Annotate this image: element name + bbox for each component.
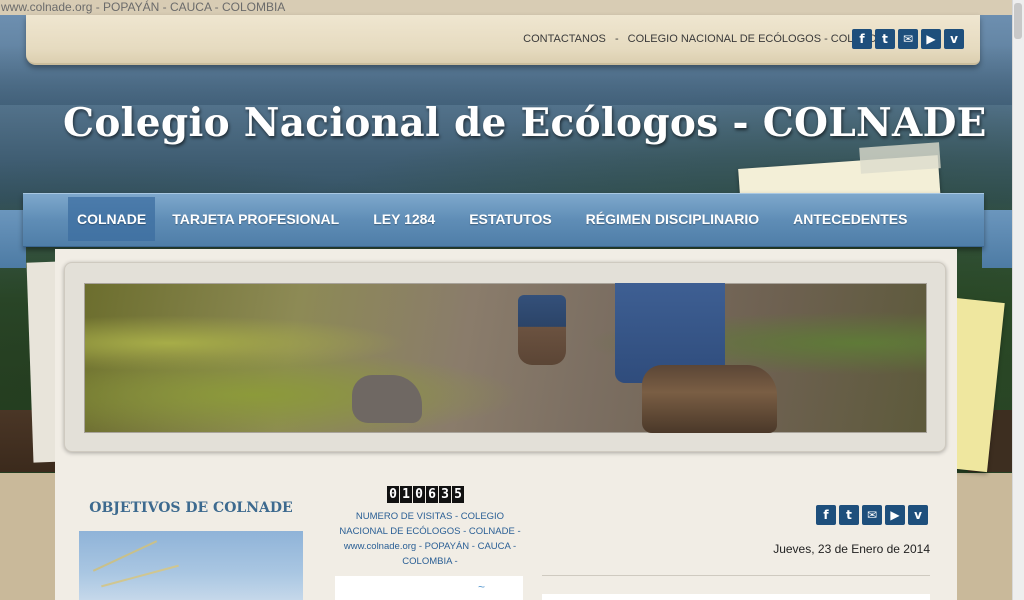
vimeo-icon[interactable]: v xyxy=(944,29,964,49)
nav-item-colnade[interactable]: COLNADE xyxy=(68,197,156,241)
counter-digit: 3 xyxy=(439,486,451,503)
email-icon[interactable]: ✉ xyxy=(862,505,882,525)
hiker-rear-boot xyxy=(518,295,566,365)
objectives-image xyxy=(79,531,303,600)
scrollbar-thumb[interactable] xyxy=(1014,3,1022,39)
divider xyxy=(542,575,930,576)
email-icon[interactable]: ✉ xyxy=(898,29,918,49)
header-social-icons: f t ✉ ▶ v xyxy=(852,29,964,49)
youtube-icon[interactable]: ▶ xyxy=(921,29,941,49)
trail-rock xyxy=(352,375,422,423)
contact-link[interactable]: CONTACTANOS xyxy=(523,33,606,45)
nav-item-estatutos[interactable]: ESTATUTOS xyxy=(452,197,568,241)
status-bar-url: www.colnade.org - POPAYÁN - CAUCA - COLO… xyxy=(0,0,1024,15)
nav-item-tarjeta-profesional[interactable]: TARJETA PROFESIONAL xyxy=(155,197,356,241)
vertical-scrollbar[interactable] xyxy=(1012,0,1024,600)
vimeo-icon[interactable]: v xyxy=(908,505,928,525)
current-date: Jueves, 23 de Enero de 2014 xyxy=(773,542,930,556)
colnade-link[interactable]: COLEGIO NACIONAL DE ECÓLOGOS - COLNADE xyxy=(628,33,884,45)
widget-box xyxy=(335,576,523,600)
content-social-icons: f t ✉ ▶ v xyxy=(816,505,928,525)
link-separator: - xyxy=(614,33,619,45)
hiker-front-boot xyxy=(642,365,777,433)
decorative-tape xyxy=(859,142,941,174)
counter-digit: 1 xyxy=(400,486,412,503)
counter-digit: 0 xyxy=(387,486,399,503)
facebook-icon[interactable]: f xyxy=(852,29,872,49)
objectives-title: OBJETIVOS DE COLNADE xyxy=(89,500,293,516)
twitter-icon[interactable]: t xyxy=(839,505,859,525)
counter-digit: 5 xyxy=(452,486,464,503)
visits-link[interactable]: NUMERO DE VISITAS - COLEGIO NACIONAL DE … xyxy=(335,509,525,569)
site-title[interactable]: Colegio Nacional de Ecólogos - COLNADE xyxy=(63,100,987,146)
nav-item-antecedentes[interactable]: ANTECEDENTES xyxy=(776,197,924,241)
counter-digit: 6 xyxy=(426,486,438,503)
youtube-icon[interactable]: ▶ xyxy=(885,505,905,525)
nav-menu: COLNADE TARJETA PROFESIONAL LEY 1284 EST… xyxy=(68,197,925,241)
visit-counter: 0 1 0 6 3 5 xyxy=(387,486,464,503)
facebook-icon[interactable]: f xyxy=(816,505,836,525)
widget-logo-icon: ~ xyxy=(478,580,486,594)
nav-ribbon-right xyxy=(982,210,1012,268)
twitter-icon[interactable]: t xyxy=(875,29,895,49)
nav-item-ley-1284[interactable]: LEY 1284 xyxy=(356,197,452,241)
counter-digit: 0 xyxy=(413,486,425,503)
top-links: CONTACTANOS - COLEGIO NACIONAL DE ECÓLOG… xyxy=(523,33,884,45)
content-box xyxy=(542,594,930,600)
nav-item-regimen-disciplinario[interactable]: RÉGIMEN DISCIPLINARIO xyxy=(569,197,776,241)
hero-slider-image[interactable] xyxy=(84,283,927,433)
